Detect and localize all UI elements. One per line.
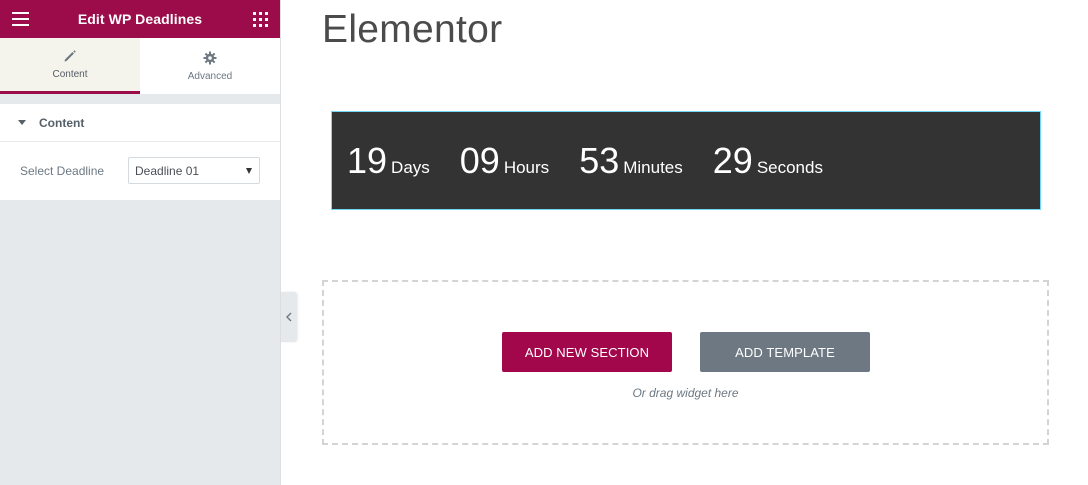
countdown-days-value: 19 (347, 139, 388, 181)
caret-down-icon (18, 120, 26, 125)
select-deadline-label: Select Deadline (20, 163, 105, 178)
content-panel: Content Select Deadline Deadline 01 (0, 104, 280, 200)
countdown-seconds: 29 Seconds (712, 139, 823, 181)
add-new-section-button[interactable]: ADD NEW SECTION (502, 332, 672, 372)
countdown-days-unit: Days (391, 157, 430, 177)
collapse-sidebar-handle[interactable] (281, 292, 297, 342)
pencil-icon (64, 50, 76, 62)
countdown-hours-value: 09 (459, 139, 500, 181)
page-title: Elementor (322, 8, 503, 51)
select-deadline-control: Select Deadline Deadline 01 (0, 142, 280, 199)
countdown-minutes: 53 Minutes (579, 139, 683, 181)
deadline-select[interactable]: Deadline 01 (128, 157, 260, 184)
countdown-seconds-value: 29 (712, 139, 753, 181)
tab-advanced[interactable]: Advanced (140, 38, 280, 94)
sidebar-title: Edit WP Deadlines (77, 11, 203, 27)
dropdown-arrow-icon (246, 167, 252, 174)
tab-content-label: Content (52, 69, 88, 80)
add-template-button[interactable]: ADD TEMPLATE (700, 332, 870, 372)
grid-icon[interactable] (253, 12, 268, 27)
gear-icon (203, 51, 217, 64)
section-title: Content (39, 115, 85, 130)
countdown-minutes-unit: Minutes (623, 157, 683, 177)
hamburger-menu-icon[interactable] (12, 12, 29, 26)
sidebar-header: Edit WP Deadlines (0, 0, 280, 38)
chevron-left-icon (286, 312, 292, 322)
countdown-hours-unit: Hours (503, 157, 550, 177)
editor-sidebar: Edit WP Deadlines Content Advanced Conte… (0, 0, 281, 485)
drag-widget-hint: Or drag widget here (632, 386, 739, 400)
countdown-seconds-unit: Seconds (756, 157, 823, 177)
panel-tabs: Content Advanced (0, 38, 280, 94)
tab-content[interactable]: Content (0, 38, 140, 94)
countdown-days: 19 Days (347, 139, 430, 181)
tab-advanced-label: Advanced (187, 70, 233, 82)
countdown-hours: 09 Hours (459, 139, 550, 181)
countdown-widget[interactable]: 19 Days 09 Hours 53 Minutes 29 Seconds (331, 111, 1041, 210)
content-section-toggle[interactable]: Content (0, 104, 280, 142)
countdown-minutes-value: 53 (579, 139, 620, 181)
deadline-select-value: Deadline 01 (135, 163, 200, 178)
add-section-dropzone[interactable]: ADD NEW SECTION ADD TEMPLATE Or drag wid… (322, 280, 1049, 445)
